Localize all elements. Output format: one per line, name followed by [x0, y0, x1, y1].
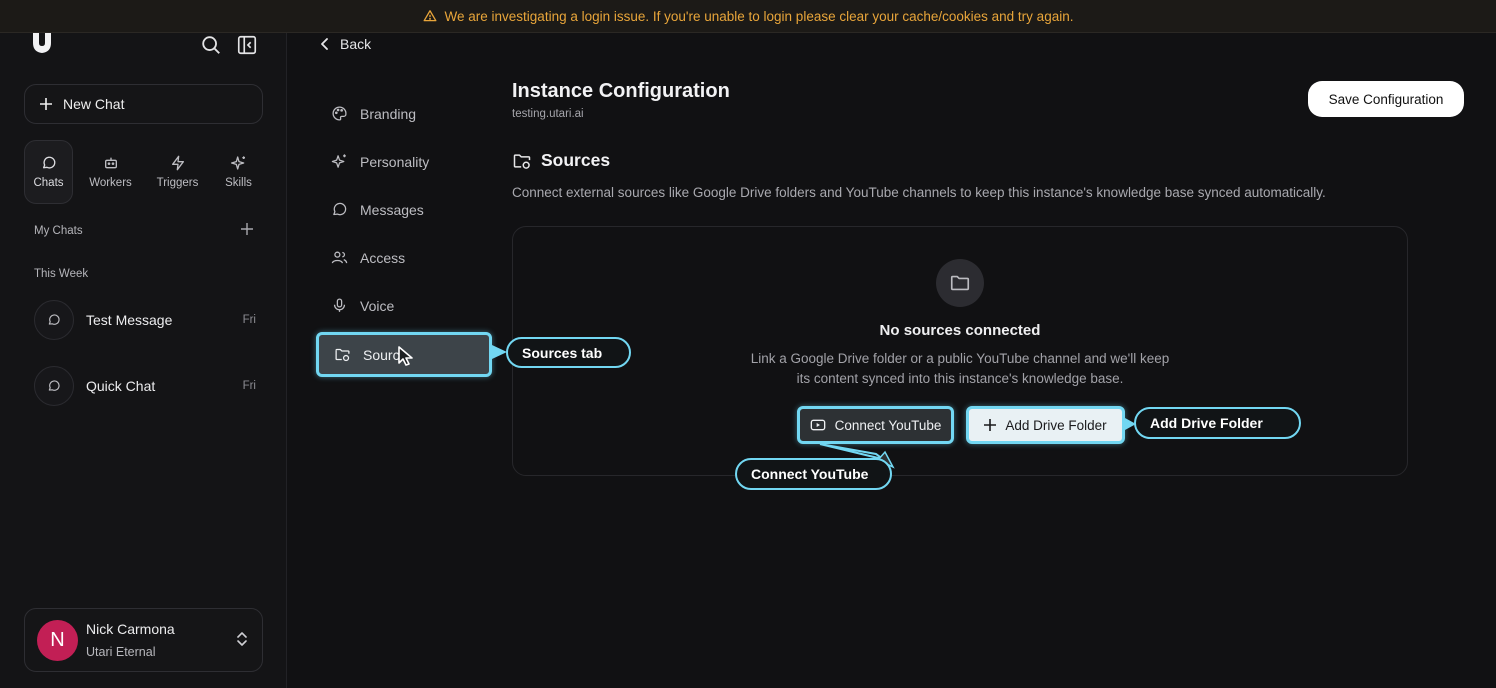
menu-item-label: Access	[360, 249, 406, 266]
avatar: N	[37, 620, 78, 661]
new-chat-button[interactable]: New Chat	[24, 84, 263, 124]
chat-date: Fri	[242, 380, 256, 392]
nav-tab-triggers[interactable]: Triggers	[153, 140, 202, 204]
connect-youtube-button[interactable]: Connect YouTube	[797, 406, 954, 444]
microphone-icon	[331, 297, 348, 314]
sidebar: New Chat Chats Workers Triggers Skills M…	[0, 33, 287, 688]
page-subtitle: testing.utari.ai	[512, 108, 584, 120]
empty-state-line: Link a Google Drive folder or a public Y…	[750, 351, 1170, 366]
users-icon	[331, 249, 348, 266]
menu-item-label: Voice	[360, 297, 395, 314]
plus-icon	[984, 419, 997, 431]
banner-text: We are investigating a login issue. If y…	[444, 8, 1074, 24]
this-week-heading: This Week	[34, 268, 89, 280]
section-heading: Sources	[512, 150, 610, 171]
warning-banner: We are investigating a login issue. If y…	[0, 0, 1496, 33]
chat-date: Fri	[242, 314, 256, 326]
robot-icon	[103, 155, 119, 171]
empty-state-description: Link a Google Drive folder or a public Y…	[730, 349, 1190, 389]
sources-tab-pointer	[492, 345, 507, 359]
back-label: Back	[340, 36, 372, 52]
sparkles-icon	[230, 155, 247, 171]
chat-title: Test Message	[86, 312, 173, 328]
palette-icon	[331, 105, 348, 122]
empty-state-line: its content synced into this instance's …	[796, 371, 1124, 386]
chat-bubble-icon	[34, 366, 74, 406]
section-description: Connect external sources like Google Dri…	[512, 185, 1326, 200]
save-configuration-button[interactable]: Save Configuration	[1308, 81, 1464, 117]
page-title: Instance Configuration	[512, 80, 730, 102]
folder-icon	[936, 259, 984, 307]
nav-tab-label: Skills	[225, 177, 252, 189]
menu-item-personality[interactable]: Personality	[331, 153, 429, 170]
new-chat-label: New Chat	[63, 96, 125, 112]
back-button[interactable]: Back	[320, 36, 371, 52]
menu-item-label: Messages	[360, 201, 424, 218]
my-chats-heading: My Chats	[34, 225, 83, 237]
menu-item-branding[interactable]: Branding	[331, 105, 416, 122]
youtube-icon	[810, 418, 826, 432]
collapse-sidebar-icon[interactable]	[236, 34, 258, 56]
warning-icon	[423, 9, 437, 23]
menu-item-label: Sourc	[363, 346, 400, 363]
nav-tab-label: Triggers	[156, 177, 199, 189]
logo[interactable]	[31, 33, 53, 55]
search-icon[interactable]	[200, 34, 222, 56]
chat-bubble-icon	[41, 155, 57, 171]
folder-sync-icon	[512, 151, 532, 171]
user-org: Utari Eternal	[86, 645, 156, 659]
nav-tab-chats[interactable]: Chats	[24, 140, 73, 204]
chevron-left-icon	[320, 38, 330, 50]
menu-item-label: Branding	[360, 105, 417, 122]
sparkles-icon	[331, 153, 348, 170]
chevron-up-down-icon	[236, 631, 248, 647]
chat-bubble-icon	[34, 300, 74, 340]
connect-youtube-label: Connect YouTube	[834, 417, 942, 433]
nav-tab-skills[interactable]: Skills	[214, 140, 263, 204]
nav-tab-workers[interactable]: Workers	[86, 140, 135, 204]
callout-sources-tab: Sources tab	[506, 337, 631, 368]
plus-icon	[39, 97, 53, 111]
lightning-icon	[170, 155, 186, 171]
user-name: Nick Carmona	[86, 621, 175, 637]
callout-connect-youtube: Connect YouTube	[735, 458, 892, 490]
nav-tab-label: Workers	[89, 177, 132, 189]
add-chat-icon[interactable]	[241, 223, 253, 235]
chat-title: Quick Chat	[86, 378, 156, 394]
user-account-switcher[interactable]: N Nick Carmona Utari Eternal	[24, 608, 263, 672]
callout-add-drive-folder: Add Drive Folder	[1134, 407, 1301, 439]
add-drive-folder-button[interactable]: Add Drive Folder	[966, 406, 1125, 444]
menu-item-voice[interactable]: Voice	[331, 297, 394, 314]
add-drive-folder-label: Add Drive Folder	[1005, 417, 1107, 433]
cursor-icon	[397, 345, 417, 367]
nav-tab-label: Chats	[33, 177, 64, 189]
sidebar-nav: Chats Workers Triggers Skills	[24, 140, 264, 204]
section-title: Sources	[541, 150, 611, 170]
folder-sync-icon	[334, 346, 351, 363]
menu-item-access[interactable]: Access	[331, 249, 405, 266]
chat-list-item[interactable]: Quick Chat Fri	[34, 366, 256, 406]
chat-list-item[interactable]: Test Message Fri	[34, 300, 256, 340]
message-icon	[331, 201, 348, 218]
menu-item-label: Personality	[360, 153, 430, 170]
empty-state-title: No sources connected	[879, 322, 1041, 339]
menu-item-messages[interactable]: Messages	[331, 201, 424, 218]
